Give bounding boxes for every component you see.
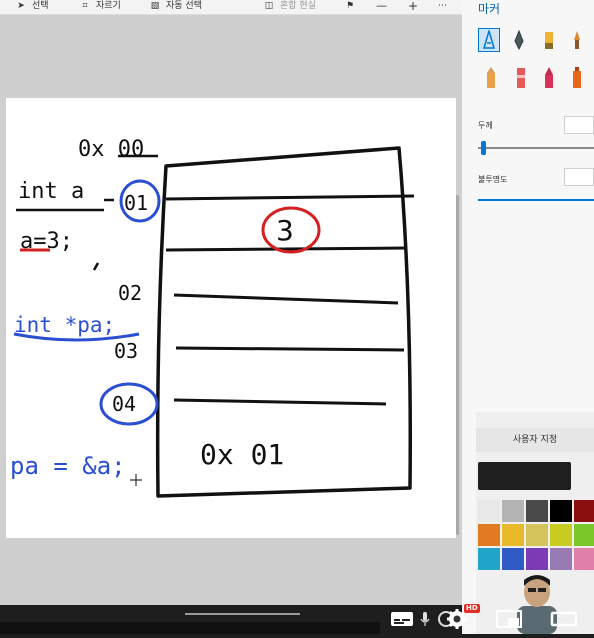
select-button[interactable]: ➤ 선택 <box>16 0 49 14</box>
pencil-tool[interactable] <box>480 66 502 90</box>
opacity-input[interactable] <box>564 168 594 186</box>
color-swatch[interactable] <box>502 524 524 546</box>
fountain-pen-tool[interactable] <box>508 28 530 52</box>
magic-select-icon: ▧ <box>150 1 160 11</box>
fountain-pen-icon <box>514 30 524 50</box>
auto-select-label: 자동 선택 <box>166 1 202 11</box>
spray-can-tool[interactable] <box>566 66 588 90</box>
address-00-label: 0x 00 <box>78 137 144 162</box>
color-swatch[interactable] <box>526 548 548 570</box>
cell-pointer-value: 0x 01 <box>200 438 284 471</box>
color-swatch[interactable] <box>550 524 572 546</box>
crayon-icon <box>517 68 525 88</box>
color-swatch[interactable] <box>526 524 548 546</box>
int-pa-label: int *pa; <box>14 313 115 337</box>
highlighter-tool[interactable] <box>538 28 560 52</box>
minimize-button[interactable]: — <box>376 0 387 14</box>
miniplayer-icon <box>496 610 522 628</box>
brush-tool[interactable] <box>566 28 588 52</box>
cell-divider-4 <box>175 346 405 352</box>
crop-icon: ⌗ <box>82 1 88 11</box>
miniplayer-button[interactable] <box>494 606 524 632</box>
add-button[interactable]: + <box>408 0 418 14</box>
opacity-slider[interactable] <box>478 199 594 201</box>
marker-icon <box>545 67 553 88</box>
address-04-label: 04 <box>112 392 136 416</box>
thickness-label: 두께 <box>478 121 493 130</box>
panel-title: 마커 <box>478 2 501 16</box>
thickness-slider-thumb[interactable] <box>481 141 486 155</box>
address-03-label: 03 <box>114 339 138 363</box>
cell-divider-2 <box>165 246 407 252</box>
theater-icon <box>550 611 578 627</box>
crop-button[interactable]: ⌗ 자르기 <box>80 0 121 14</box>
select-label: 선택 <box>32 1 49 11</box>
theater-mode-button[interactable] <box>548 606 580 632</box>
color-swatch[interactable] <box>574 548 594 570</box>
color-swatch[interactable] <box>574 500 594 522</box>
cell-value-3: 3 <box>276 214 294 247</box>
cursor-icon: ➤ <box>17 1 25 11</box>
mixed-reality-button[interactable]: ◫ 혼합 현실 <box>264 0 316 14</box>
vertical-scrollbar[interactable] <box>456 195 459 535</box>
color-swatch[interactable] <box>478 548 500 570</box>
subtitles-button[interactable] <box>388 606 416 632</box>
drawing-canvas[interactable]: 0x 00 int a 01 a=3; 3 02 int *pa; 03 04 … <box>6 98 456 538</box>
color-swatch[interactable] <box>550 500 572 522</box>
handwriting-layer: 0x 00 int a 01 a=3; 3 02 int *pa; 03 04 … <box>10 137 415 498</box>
opacity-label: 불투명도 <box>478 175 508 184</box>
mic-button[interactable] <box>418 606 432 632</box>
assign-a-label: a=3; <box>20 229 73 254</box>
flag-icon[interactable]: ⚑ <box>346 0 354 14</box>
auto-select-button[interactable]: ▧ 자동 선택 <box>150 0 202 14</box>
crayon-tool[interactable] <box>510 66 532 90</box>
horizontal-scrollbar[interactable] <box>185 613 300 615</box>
color-swatch[interactable] <box>574 524 594 546</box>
hd-badge: HD <box>464 604 480 613</box>
thickness-slider-track[interactable] <box>478 147 594 149</box>
cell-divider-3 <box>173 293 399 305</box>
address-02-label: 02 <box>118 281 142 305</box>
crop-label: 자르기 <box>96 1 121 11</box>
comma-mark <box>92 262 100 271</box>
custom-color-button[interactable]: 사용자 지정 <box>476 428 594 452</box>
color-swatch[interactable] <box>550 548 572 570</box>
mixed-reality-label: 혼합 현실 <box>280 1 316 11</box>
marker-tool[interactable] <box>538 66 560 90</box>
address-01-label: 01 <box>124 191 148 215</box>
crosshair-cursor-icon <box>130 474 142 486</box>
int-a-label: int a <box>18 179 84 204</box>
assign-pa-label: pa = &a; <box>10 452 126 480</box>
color-swatch[interactable] <box>478 524 500 546</box>
cell-divider-5 <box>173 398 387 406</box>
highlighter-icon <box>545 32 553 49</box>
edit-toolbar: ➤ 선택 ⌗ 자르기 ▧ 자동 선택 ◫ 혼합 현실 ⚑ — + ⋯ <box>0 0 462 15</box>
mixed-reality-icon: ◫ <box>264 1 274 11</box>
subtitles-icon <box>391 612 413 626</box>
taskbar-strip <box>0 622 380 634</box>
thickness-input[interactable] <box>564 116 594 134</box>
microphone-icon <box>420 612 430 626</box>
color-swatch[interactable] <box>478 500 500 522</box>
calligraphy-pen-icon <box>482 30 496 49</box>
marker-panel: 마커 두께 불투명도 사용자 지정 <box>462 0 594 634</box>
current-color-swatch[interactable] <box>478 462 571 490</box>
color-swatch[interactable] <box>502 500 524 522</box>
color-swatch[interactable] <box>502 548 524 570</box>
cell-divider-1 <box>165 194 415 201</box>
brush-icon <box>574 31 580 49</box>
spray-can-icon <box>573 67 581 88</box>
calligraphy-pen-tool[interactable] <box>478 28 500 52</box>
color-swatch[interactable] <box>526 500 548 522</box>
pencil-icon <box>487 67 495 88</box>
overflow-icon[interactable]: ⋯ <box>438 0 447 14</box>
